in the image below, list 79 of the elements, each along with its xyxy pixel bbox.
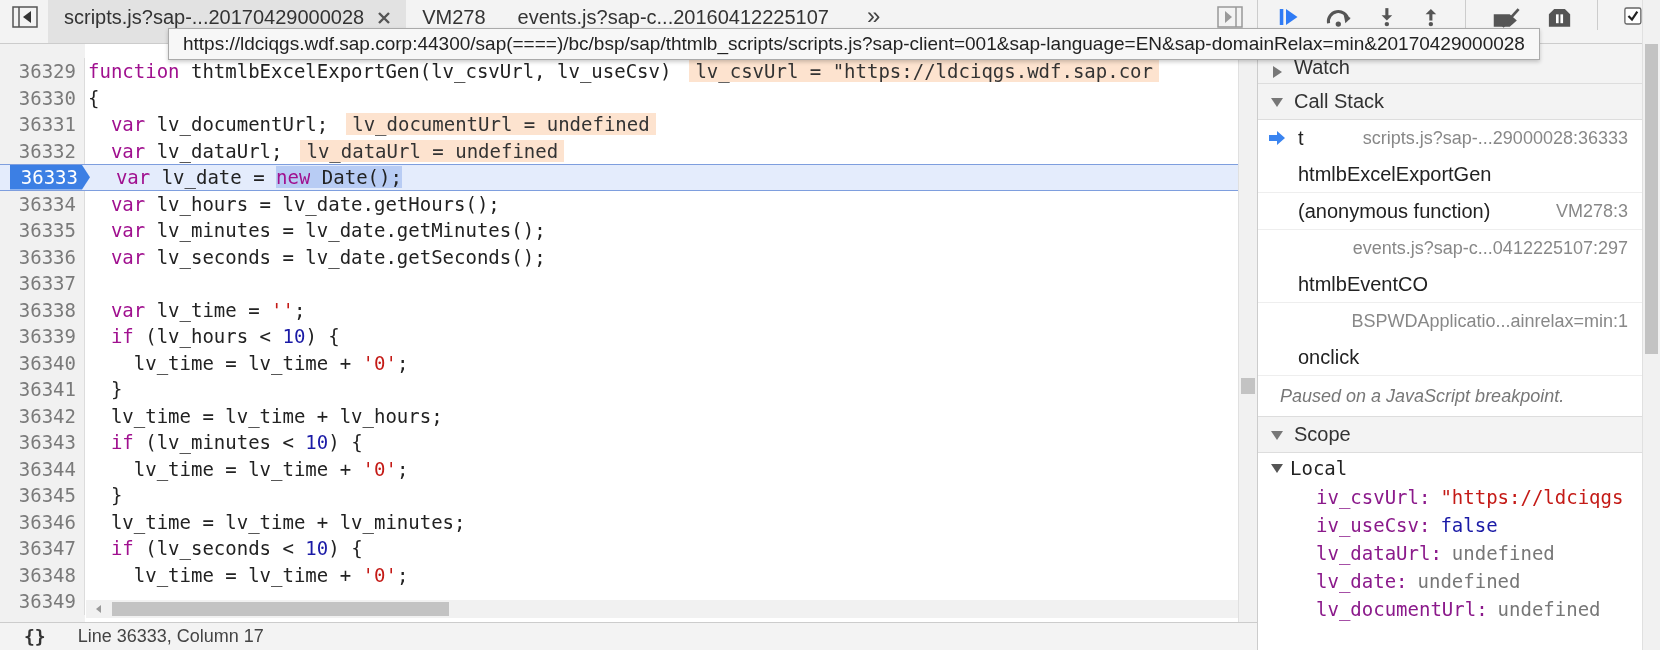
property-name: lv_dataUrl: bbox=[1316, 542, 1442, 564]
source-location[interactable]: BSPWDApplicatio...ainrelax=min:1 bbox=[1351, 310, 1628, 332]
code-line: lv_time = lv_time + lv_hours; bbox=[109, 404, 443, 427]
line-number: 36346 bbox=[0, 508, 85, 535]
code-line: if (lv_seconds < 10) { bbox=[109, 537, 363, 560]
code-line: var lv_minutes = lv_date.getMinutes(); bbox=[109, 219, 546, 242]
code-line: lv_time = lv_time + lv_minutes; bbox=[109, 510, 466, 533]
source-location[interactable]: scripts.js?sap-...29000028:36333 bbox=[1362, 127, 1628, 149]
line-number: 36347 bbox=[0, 535, 85, 562]
inline-value: lv_dataUrl = undefined bbox=[300, 139, 565, 162]
section-header[interactable]: Call Stack bbox=[1258, 84, 1642, 120]
property-name: lv_documentUrl: bbox=[1316, 598, 1488, 620]
pause-on-exceptions-icon[interactable] bbox=[1548, 6, 1572, 28]
line-number: 36330 bbox=[0, 84, 85, 111]
function-name: htmlbEventCO bbox=[1298, 272, 1429, 296]
property-name: lv_date: bbox=[1316, 570, 1408, 592]
panel-toggle-icon[interactable] bbox=[1217, 6, 1243, 28]
function-name: t bbox=[1298, 126, 1304, 150]
property-name: iv_csvUrl: bbox=[1316, 486, 1431, 508]
line-number: 36349 bbox=[0, 588, 85, 615]
more-tabs-button[interactable]: » bbox=[866, 3, 881, 29]
line-number: 36342 bbox=[0, 402, 85, 429]
function-name: htmlbExcelExportGen bbox=[1298, 162, 1492, 186]
line-number: 36339 bbox=[0, 323, 85, 350]
line-number: 36340 bbox=[0, 349, 85, 376]
line-number: 36336 bbox=[0, 243, 85, 270]
source-location[interactable]: VM278:3 bbox=[1555, 200, 1628, 222]
code-line: } bbox=[109, 378, 123, 401]
inline-value: lv_csvUrl = "https://ldciqgs.wdf.sap.cor bbox=[689, 60, 1159, 83]
line-number: 36334 bbox=[0, 190, 85, 217]
line-number: 36343 bbox=[0, 429, 85, 456]
pretty-print-button[interactable]: {} bbox=[20, 626, 50, 647]
checkbox[interactable] bbox=[1624, 6, 1642, 26]
sidebar-toggle-icon[interactable] bbox=[12, 6, 38, 28]
property-value: undefined bbox=[1417, 570, 1521, 592]
code-line: var lv_documentUrl; bbox=[109, 113, 329, 136]
code-line: lv_time = lv_time + '0'; bbox=[132, 351, 409, 374]
line-number: 36337 bbox=[0, 270, 85, 297]
code-line: if (lv_minutes < 10) { bbox=[109, 431, 363, 454]
line-number: 36338 bbox=[0, 296, 85, 323]
call-frame[interactable]: (anonymous function) VM278:3 bbox=[1258, 193, 1642, 230]
disclosure-triangle-icon[interactable] bbox=[1270, 65, 1284, 79]
code-line: { bbox=[87, 86, 100, 109]
code-line: } bbox=[109, 484, 123, 507]
line-number: 36344 bbox=[0, 455, 85, 482]
property-value: false bbox=[1440, 514, 1498, 536]
line-number: 36331 bbox=[0, 111, 85, 138]
line-number: 36345 bbox=[0, 482, 85, 509]
code-line: var lv_date = new Date(); bbox=[114, 166, 402, 189]
property-name: iv_useCsv: bbox=[1316, 514, 1431, 536]
code-line: var lv_hours = lv_date.getHours(); bbox=[109, 192, 500, 215]
property-value: undefined bbox=[1497, 598, 1601, 620]
cursor-position: Line 36333, Column 17 bbox=[77, 626, 264, 647]
code-line: var lv_seconds = lv_date.getSeconds(); bbox=[109, 245, 546, 268]
code-line: var lv_time = ''; bbox=[109, 298, 306, 321]
property-value: undefined bbox=[1451, 542, 1555, 564]
inline-value: lv_documentUrl = undefined bbox=[346, 113, 656, 136]
vertical-scrollbar[interactable] bbox=[1642, 0, 1660, 650]
code-line: lv_time = lv_time + '0'; bbox=[132, 563, 409, 586]
line-number: 36329 bbox=[0, 58, 85, 85]
property-value: "https://ldciqgs bbox=[1440, 486, 1624, 508]
section-header[interactable]: Scope bbox=[1258, 417, 1642, 453]
line-number: 36348 bbox=[0, 561, 85, 588]
line-number: 36333 bbox=[10, 164, 90, 191]
line-number: 36341 bbox=[0, 376, 85, 403]
code-line: var lv_dataUrl; bbox=[109, 139, 283, 162]
url-tooltip: https://ldciqgs.wdf.sap.corp:44300/sap(====)/bc/bsp/sap/thtmlb_scripts/scripts.js?sap-client=001&sap-language=EN&sap-domainRelax=min&20170429000028 bbox=[168, 28, 1540, 60]
resume-icon[interactable] bbox=[1278, 6, 1300, 28]
horizontal-scrollbar[interactable] bbox=[86, 600, 1238, 618]
code-line: function thtmlbExcelExportGen(lv_csvUrl, lv_useCsv) bbox=[87, 60, 672, 83]
function-name: onclick bbox=[1298, 345, 1360, 369]
function-name: (anonymous function) bbox=[1298, 199, 1491, 223]
code-line: if (lv_hours < 10) { bbox=[109, 325, 340, 348]
line-number: 36335 bbox=[0, 217, 85, 244]
scope-group[interactable]: Local bbox=[1258, 453, 1642, 483]
code-line: lv_time = lv_time + '0'; bbox=[132, 457, 409, 480]
disclosure-triangle-icon[interactable] bbox=[1270, 461, 1284, 475]
close-icon[interactable] bbox=[378, 12, 391, 24]
source-location[interactable]: events.js?sap-c...0412225107:297 bbox=[1352, 237, 1628, 259]
